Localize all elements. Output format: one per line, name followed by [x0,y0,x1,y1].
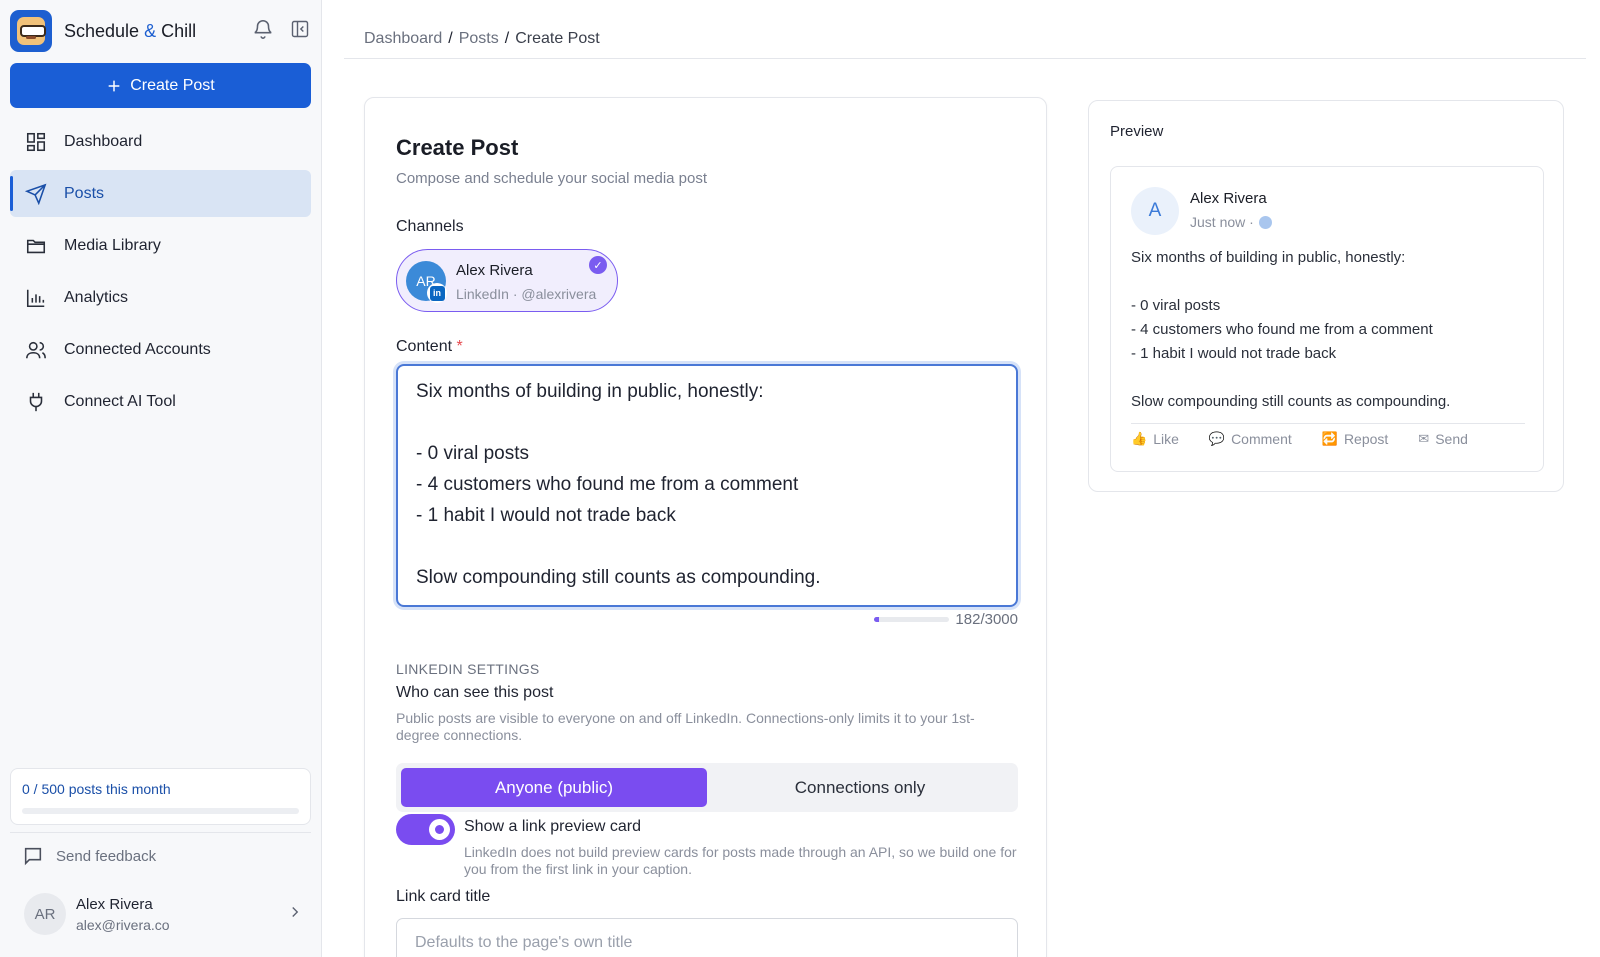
character-counter: 182/3000 [858,611,1018,628]
content-label: Content * [396,338,463,355]
sidebar-nav: Dashboard Posts Media Library Analytics … [10,118,311,430]
sidebar-item-label: Posts [64,184,105,202]
sidebar-divider [10,832,311,833]
posts-quota-card: 0 / 500 posts this month [10,768,311,825]
link-preview-label: Show a link preview card [464,818,641,835]
message-square-icon [22,845,44,867]
plug-icon [24,391,48,413]
topbar: Dashboard / Posts / Create Post [344,0,1586,59]
link-title-label: Link card title [396,888,491,905]
sidebar-item-label: Connect AI Tool [64,392,176,410]
visibility-option-public[interactable]: Anyone (public) [401,768,707,807]
comment-icon: 💬 [1208,431,1226,446]
users-icon [24,339,48,361]
avatar: A [1131,187,1179,235]
avatar: AR [24,893,66,935]
preview-actions: 👍 Like 💬 Comment 🔁 Repost ✉ Send [1131,431,1468,447]
breadcrumb-current: Create Post [515,30,600,47]
collapse-sidebar-icon[interactable] [290,19,310,39]
link-preview-help: LinkedIn does not build preview cards fo… [464,844,1017,877]
chevron-right-icon [286,903,304,921]
breadcrumb: Dashboard / Posts / Create Post [364,30,600,48]
mail-icon: ✉ [1418,431,1430,446]
visibility-segmented-control: Anyone (public) Connections only [396,763,1018,812]
thumbs-up-icon: 👍 [1131,431,1148,446]
quota-text: 0 / 500 posts this month [22,781,171,797]
visibility-label: Who can see this post [396,684,554,701]
character-progress-bar [874,617,950,622]
user-name: Alex Rivera [76,895,153,913]
create-post-form: Create Post Compose and schedule your so… [364,97,1047,957]
preview-post-card: A Alex Rivera Just now · Six months of b… [1110,166,1544,472]
sidebar-item-analytics[interactable]: Analytics [10,274,311,321]
breadcrumb-separator: / [504,30,510,47]
sidebar: Schedule & Chill Create Post Dashboard P… [0,0,322,957]
sidebar-item-label: Analytics [64,288,129,306]
sidebar-item-dashboard[interactable]: Dashboard [10,118,311,165]
sidebar-item-label: Media Library [64,236,161,254]
grid-icon [24,131,48,153]
sidebar-item-label: Dashboard [64,132,143,150]
preview-author-name: Alex Rivera [1190,190,1267,207]
sidebar-item-media-library[interactable]: Media Library [10,222,311,269]
globe-icon [1258,215,1272,229]
app-logo[interactable] [10,10,52,52]
breadcrumb-separator: / [448,30,453,47]
preview-timestamp: Just now · [1190,214,1272,230]
linkedin-settings-heading: LINKEDIN SETTINGS [396,661,540,677]
preview-post-body: Six months of building in public, honest… [1131,249,1451,410]
folder-icon [24,235,48,257]
required-mark: * [456,338,463,355]
send-feedback-link[interactable]: Send feedback [22,845,156,867]
plus-icon [106,78,122,94]
app-name: Schedule & Chill [64,20,197,41]
channels-label: Channels [396,218,464,235]
channel-handle: LinkedIn · @alexrivera [456,286,597,302]
page-title: Create Post [396,135,519,160]
preview-title: Preview [1110,123,1164,140]
post-preview-panel: Preview A Alex Rivera Just now · Six mon… [1088,100,1564,492]
preview-divider [1131,423,1525,424]
repost-icon: 🔁 [1321,431,1338,446]
bell-icon[interactable] [252,18,274,40]
user-email: alex@rivera.co [76,916,170,933]
page-subtitle: Compose and schedule your social media p… [396,170,708,187]
sidebar-item-posts[interactable]: Posts [10,170,311,217]
channel-chip-alex-rivera[interactable]: AR in Alex Rivera LinkedIn · @alexrivera… [396,249,618,312]
preview-repost-button: 🔁 Repost [1321,431,1389,447]
linkedin-icon: in [427,283,447,303]
breadcrumb-posts[interactable]: Posts [459,30,499,48]
quota-progress-bar [22,808,299,814]
sidebar-item-connect-ai-tool[interactable]: Connect AI Tool [10,378,311,425]
channel-name: Alex Rivera [456,262,533,279]
create-post-button[interactable]: Create Post [10,63,311,108]
link-preview-toggle[interactable] [396,814,455,845]
visibility-help: Public posts are visible to everyone on … [396,710,975,743]
brand: Schedule & Chill [10,10,310,52]
link-title-input[interactable] [396,918,1018,957]
visibility-option-connections[interactable]: Connections only [707,768,1013,807]
sidebar-item-label: Connected Accounts [64,340,211,358]
sidebar-item-connected-accounts[interactable]: Connected Accounts [10,326,311,373]
content-textarea[interactable]: Six months of building in public, honest… [396,364,1018,607]
bar-chart-icon [24,287,48,309]
send-icon [24,183,48,205]
preview-comment-button: 💬 Comment [1208,431,1292,447]
breadcrumb-dashboard[interactable]: Dashboard [364,30,442,48]
user-account-menu[interactable]: AR Alex Rivera alex@rivera.co [24,893,304,935]
preview-like-button: 👍 Like [1131,431,1179,447]
check-icon: ✓ [589,256,607,274]
preview-send-button: ✉ Send [1418,431,1468,447]
